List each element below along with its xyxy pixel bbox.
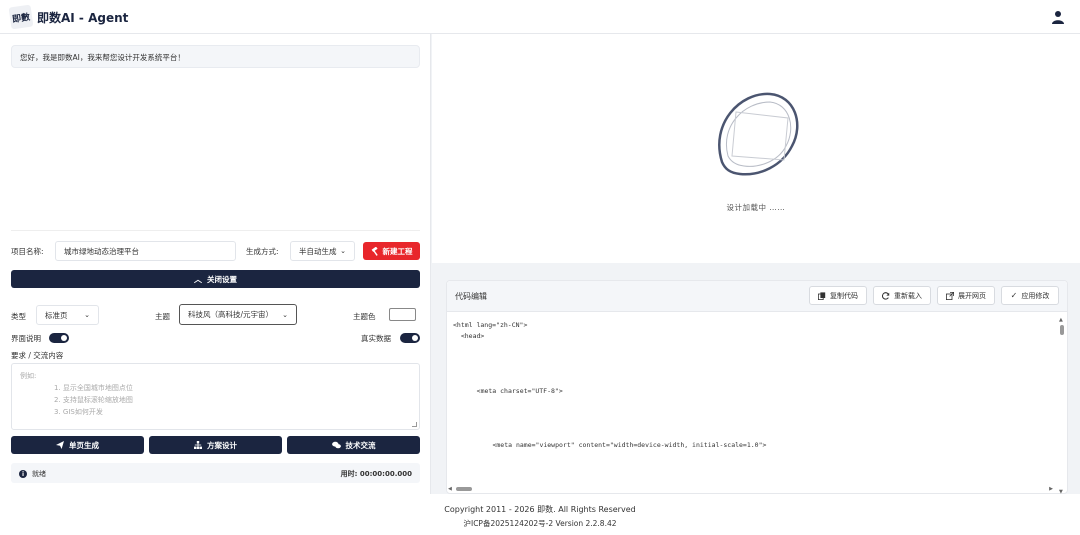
chevron-down-icon: ⌄: [340, 247, 346, 255]
apply-changes-button[interactable]: ✓ 应用修改: [1001, 286, 1059, 305]
mode-value: 半自动生成: [299, 246, 337, 256]
real-data-toggle[interactable]: [400, 333, 420, 343]
check-icon: ✓: [1010, 291, 1018, 300]
close-settings-button[interactable]: ︿ 关闭设置: [11, 270, 420, 288]
open-page-label: 展开网页: [958, 291, 986, 300]
editor-title: 代码编辑: [455, 292, 487, 301]
chevron-down-icon: ⌄: [84, 311, 90, 319]
icp-link[interactable]: 沪ICP备2025124202号-2 Version 2.2.8.42: [0, 518, 1080, 529]
vertical-scrollbar[interactable]: ▲ ▼: [1059, 317, 1065, 495]
request-label: 要求 / 交流内容: [11, 351, 64, 360]
toggle-row: 界面说明 真实数据: [11, 331, 420, 345]
ui-desc-label: 界面说明: [11, 334, 41, 343]
action-row: 单页生成 方案设计 技术交流: [11, 436, 420, 454]
project-name-input[interactable]: 城市绿地动态治理平台: [55, 241, 236, 261]
left-panel: 您好，我是即数AI，我来帮您设计开发系统平台！ 项目名称: 城市绿地动态治理平台…: [0, 34, 431, 494]
type-label: 类型: [11, 312, 26, 321]
theme-select[interactable]: 科技风（高科技/元宇宙） ⌄: [179, 304, 297, 325]
type-select[interactable]: 标准页 ⌄: [36, 305, 99, 325]
theme-label: 主题: [155, 312, 170, 321]
chevron-down-icon: ⌄: [282, 310, 288, 319]
theme-value: 科技风（高科技/元宇宙）: [188, 310, 274, 319]
refresh-icon: [882, 291, 890, 300]
tech-chat-label: 技术交流: [345, 440, 376, 450]
type-value: 标准页: [45, 310, 68, 320]
copy-icon: [818, 291, 826, 300]
scroll-up-icon[interactable]: ▲: [1059, 317, 1063, 323]
resize-handle[interactable]: [412, 422, 417, 427]
status-text: 就绪: [32, 470, 46, 478]
loading-spinner-icon: [718, 92, 799, 176]
scroll-left-icon[interactable]: ◀: [448, 486, 452, 492]
theme-color-label: 主题色: [353, 312, 376, 321]
info-icon: i: [19, 470, 27, 478]
scroll-thumb[interactable]: [1060, 325, 1064, 335]
design-button[interactable]: 方案设计: [149, 436, 282, 454]
type-theme-row: 类型 标准页 ⌄ 主题 科技风（高科技/元宇宙） ⌄ 主题色: [11, 304, 420, 326]
open-page-button[interactable]: 展开网页: [937, 286, 995, 305]
project-row: 项目名称: 城市绿地动态治理平台 生成方式: 半自动生成 ⌄ 新建工程: [11, 240, 420, 262]
project-name-label: 项目名称:: [11, 247, 44, 256]
placeholder-item: 3. GIS如何开发: [54, 408, 103, 416]
app-title: 即数AI - Agent: [37, 11, 129, 25]
theme-color-picker[interactable]: [389, 308, 416, 321]
real-data-label: 真实数据: [361, 334, 391, 343]
code-line: <meta charset="UTF-8">: [461, 387, 563, 395]
welcome-message: 您好，我是即数AI，我来帮您设计开发系统平台！: [11, 45, 420, 68]
new-project-label: 新建工程: [382, 246, 413, 256]
placeholder-item: 2. 支持鼠标滚轮缩放地图: [54, 396, 133, 404]
reload-label: 重新载入: [894, 291, 922, 300]
ui-desc-toggle[interactable]: [49, 333, 69, 343]
reload-button[interactable]: 重新载入: [873, 286, 931, 305]
new-project-button[interactable]: 新建工程: [363, 242, 420, 260]
scroll-right-icon[interactable]: ▶: [1049, 486, 1053, 492]
preview-panel: 设计加载中 ……: [432, 34, 1080, 263]
mode-label: 生成方式:: [246, 247, 279, 256]
code-line: <head>: [453, 332, 485, 340]
status-bar: i 就绪 用时: 00:00:00.000: [11, 463, 420, 483]
code-editor-panel: 代码编辑 复制代码 重新载入 展开网页 ✓ 应用修改 <html lang="z…: [446, 280, 1068, 495]
footer: Copyright 2011 - 2026 即数. All Rights Res…: [0, 494, 1080, 535]
external-link-icon: [946, 291, 954, 300]
loading-text: 设计加载中 ……: [726, 203, 786, 212]
hammer-icon: [371, 246, 378, 256]
divider: [11, 230, 420, 231]
user-icon[interactable]: [1050, 9, 1066, 25]
single-page-label: 单页生成: [69, 440, 99, 450]
request-textarea[interactable]: 例如: 1. 显示全国城市地图点位 2. 支持鼠标滚轮缩放地图 3. GIS如何…: [11, 363, 420, 430]
placeholder-item: 1. 显示全国城市地图点位: [54, 384, 133, 392]
code-line: <meta name="viewport" content="width=dev…: [469, 441, 767, 449]
tech-chat-button[interactable]: 技术交流: [287, 436, 420, 454]
apply-changes-label: 应用修改: [1021, 291, 1050, 300]
sitemap-icon: [194, 441, 202, 449]
copyright-text: Copyright 2011 - 2026 即数. All Rights Res…: [444, 505, 636, 514]
editor-toolbar: 代码编辑 复制代码 重新载入 展开网页 ✓ 应用修改: [447, 281, 1067, 312]
send-icon: [56, 441, 64, 449]
mode-select[interactable]: 半自动生成 ⌄: [290, 241, 355, 261]
copy-code-label: 复制代码: [830, 291, 858, 300]
chevron-up-icon: ︿: [194, 274, 202, 284]
top-header: 即數 即数AI - Agent: [0, 0, 1080, 34]
design-label: 方案设计: [207, 440, 237, 450]
close-settings-label: 关闭设置: [207, 274, 237, 284]
elapsed-time: 用时: 00:00:00.000: [340, 470, 412, 478]
single-page-button[interactable]: 单页生成: [11, 436, 144, 454]
code-line: <html lang="zh-CN">: [453, 321, 528, 329]
placeholder-intro: 例如:: [20, 372, 37, 380]
copy-code-button[interactable]: 复制代码: [809, 286, 867, 305]
chat-icon: [331, 441, 341, 449]
logo: 即數: [8, 4, 34, 30]
horizontal-scroll-thumb[interactable]: [456, 487, 472, 491]
